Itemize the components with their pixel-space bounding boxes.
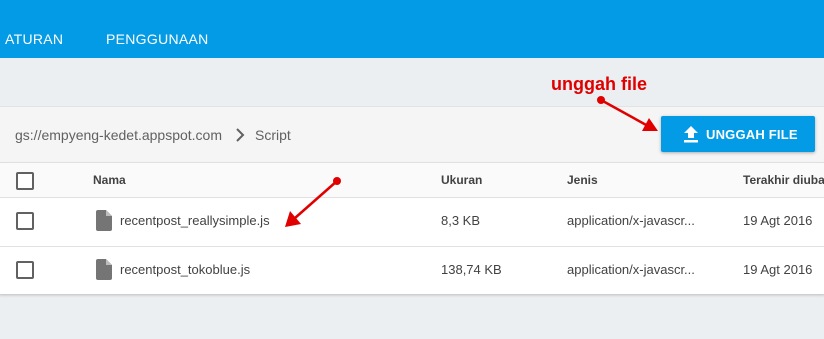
file-size: 138,74 KB xyxy=(441,262,502,277)
table-row[interactable]: recentpost_tokoblue.js 138,74 KB applica… xyxy=(0,246,824,295)
upload-file-label: UNGGAH FILE xyxy=(706,127,798,142)
column-header-name[interactable]: Nama xyxy=(93,173,126,187)
column-header-type[interactable]: Jenis xyxy=(567,173,598,187)
file-icon xyxy=(96,210,112,231)
column-header-size[interactable]: Ukuran xyxy=(441,173,482,187)
column-header-modified[interactable]: Terakhir diubah xyxy=(743,173,824,187)
breadcrumb-folder: Script xyxy=(255,127,291,143)
breadcrumb-bucket[interactable]: gs://empyeng-kedet.appspot.com xyxy=(15,127,222,143)
tab-aturan[interactable]: ATURAN xyxy=(5,31,63,47)
file-modified: 19 Agt 2016 xyxy=(743,213,813,228)
file-size: 8,3 KB xyxy=(441,213,481,228)
table-row[interactable]: recentpost_reallysimple.js 8,3 KB applic… xyxy=(0,197,824,247)
top-app-bar: ATURAN PENGGUNAAN xyxy=(0,0,824,58)
file-name[interactable]: recentpost_reallysimple.js xyxy=(120,213,270,228)
table-header: Nama Ukuran Jenis Terakhir diubah xyxy=(0,162,824,198)
file-type: application/x-javascr... xyxy=(567,262,695,277)
tab-penggunaan[interactable]: PENGGUNAAN xyxy=(106,31,209,47)
row-checkbox[interactable] xyxy=(16,261,34,279)
annotation-label: unggah file xyxy=(551,74,647,94)
select-all-checkbox[interactable] xyxy=(16,172,34,190)
chevron-right-icon xyxy=(236,128,245,142)
file-modified: 19 Agt 2016 xyxy=(743,262,813,277)
upload-icon xyxy=(684,126,698,143)
file-name[interactable]: recentpost_tokoblue.js xyxy=(120,262,250,277)
upload-file-button[interactable]: UNGGAH FILE xyxy=(661,116,815,152)
file-icon xyxy=(96,259,112,280)
row-checkbox[interactable] xyxy=(16,212,34,230)
file-type: application/x-javascr... xyxy=(567,213,695,228)
file-table: Nama Ukuran Jenis Terakhir diubah recent… xyxy=(0,162,824,295)
